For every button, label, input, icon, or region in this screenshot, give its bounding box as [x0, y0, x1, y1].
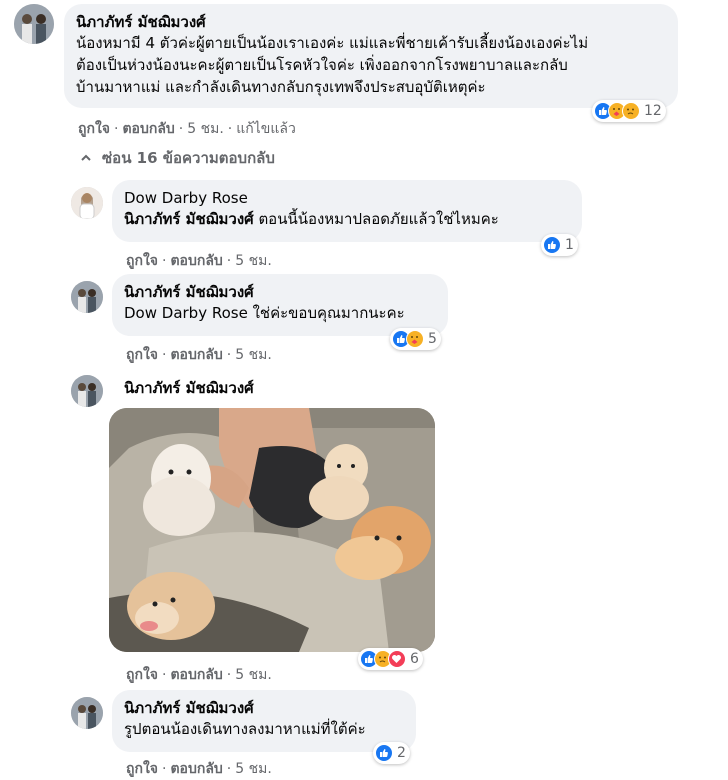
like-link[interactable]: ถูกใจ: [78, 121, 110, 137]
reply-link[interactable]: ตอบกลับ: [170, 667, 222, 683]
reply-actions: ถูกใจ · ตอบกลับ · 5 ชม.: [126, 761, 272, 777]
reactions-summary[interactable]: 5: [390, 328, 441, 350]
reply-actions: ถูกใจ · ตอบกลับ · 5 ชม.: [126, 347, 272, 363]
hide-replies-button[interactable]: ซ่อน 16 ข้อความตอบกลับ: [80, 146, 275, 170]
like-link[interactable]: ถูกใจ: [126, 253, 158, 269]
reply-actions: ถูกใจ · ตอบกลับ · 5 ชม.: [126, 253, 272, 269]
care-icon: [406, 330, 424, 348]
timestamp[interactable]: 5 ชม.: [187, 121, 224, 137]
reply-text: รูปตอนน้องเดินทางลงมาหาแม่ที่ใต้ค่ะ: [124, 720, 366, 738]
avatar[interactable]: [71, 281, 103, 313]
sad-icon: [622, 102, 640, 120]
timestamp[interactable]: 5 ชม.: [235, 761, 272, 777]
comment-bubble: นิภาภัทร์ มัชฌิมวงศ์ น้องหมามี 4 ตัวค่ะผ…: [64, 4, 678, 108]
reactions-summary[interactable]: 2: [373, 742, 410, 764]
reaction-count: 6: [410, 651, 419, 667]
pomeranian-dogs-in-car-photo[interactable]: [109, 408, 435, 652]
reaction-count: 2: [397, 745, 406, 761]
like-icon: [375, 744, 393, 762]
reply-link[interactable]: ตอบกลับ: [170, 347, 222, 363]
reply-link[interactable]: ตอบกลับ: [170, 761, 222, 777]
reaction-count: 1: [565, 237, 574, 253]
reply-actions: ถูกใจ · ตอบกลับ · 5 ชม.: [126, 667, 272, 683]
reactions-summary[interactable]: 6: [358, 648, 423, 670]
like-link[interactable]: ถูกใจ: [126, 347, 158, 363]
comment-text-line: บ้านมาหาแม่ และกำลังเดินทางกลับกรุงเทพจึ…: [76, 78, 486, 96]
reply-author[interactable]: นิภาภัทร์ มัชฌิมวงศ์: [124, 282, 436, 302]
comment-text-line: ต้องเป็นห่วงน้องนะคะผู้ตายเป็นโรคหัวใจค่…: [76, 56, 568, 74]
reply-bubble: นิภาภัทร์ มัชฌิมวงศ์ Dow Darby Rose ใช่ค…: [112, 274, 448, 336]
reactions-summary[interactable]: 12: [592, 100, 666, 122]
reply-author[interactable]: นิภาภัทร์ มัชฌิมวงศ์: [124, 378, 254, 398]
reply-text: ใช่ค่ะขอบคุณมากนะคะ: [247, 304, 405, 322]
comment-author[interactable]: นิภาภัทร์ มัชฌิมวงศ์: [76, 12, 666, 32]
comment-actions: ถูกใจ · ตอบกลับ · 5 ชม. · แก้ไขแล้ว: [78, 121, 296, 137]
reactions-summary[interactable]: 1: [541, 234, 578, 256]
reply-text: ตอนนี้น้องหมาปลอดภัยแล้วใช่ไหมคะ: [253, 210, 499, 228]
avatar[interactable]: [71, 375, 103, 407]
timestamp[interactable]: 5 ชม.: [235, 347, 272, 363]
avatar[interactable]: [71, 697, 103, 729]
reaction-count: 5: [428, 331, 437, 347]
hide-replies-label: ซ่อน 16 ข้อความตอบกลับ: [102, 149, 275, 167]
reaction-count: 12: [644, 103, 662, 119]
avatar[interactable]: [14, 4, 54, 44]
chevron-up-icon: [81, 154, 91, 161]
like-link[interactable]: ถูกใจ: [126, 667, 158, 683]
avatar[interactable]: [71, 187, 103, 219]
timestamp[interactable]: 5 ชม.: [235, 667, 272, 683]
reply-link[interactable]: ตอบกลับ: [170, 253, 222, 269]
like-link[interactable]: ถูกใจ: [126, 761, 158, 777]
reply-link[interactable]: ตอบกลับ: [122, 121, 174, 137]
reply-bubble: Dow Darby Rose นิภาภัทร์ มัชฌิมวงศ์ ตอนน…: [112, 180, 582, 242]
mention-link[interactable]: Dow Darby Rose: [124, 304, 248, 322]
mention-link[interactable]: นิภาภัทร์ มัชฌิมวงศ์: [124, 210, 254, 228]
timestamp[interactable]: 5 ชม.: [235, 253, 272, 269]
comment-text-line: น้องหมามี 4 ตัวค่ะผู้ตายเป็นน้องเราเองค่…: [76, 34, 589, 52]
love-icon: [388, 650, 406, 668]
reply-author[interactable]: Dow Darby Rose: [124, 188, 570, 208]
reply-author[interactable]: นิภาภัทร์ มัชฌิมวงศ์: [124, 698, 404, 718]
reply-bubble: นิภาภัทร์ มัชฌิมวงศ์ รูปตอนน้องเดินทางลง…: [112, 690, 416, 752]
edited-label: แก้ไขแล้ว: [236, 121, 296, 137]
like-icon: [543, 236, 561, 254]
